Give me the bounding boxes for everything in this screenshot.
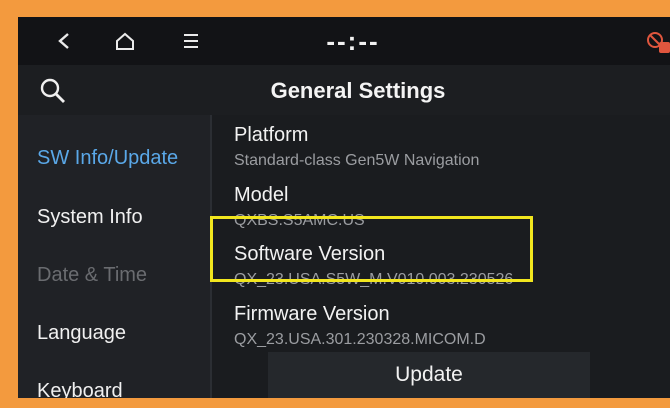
search-icon — [40, 78, 65, 103]
sidebar-item-sw-info-update[interactable]: SW Info/Update — [18, 129, 210, 187]
home-icon — [116, 32, 134, 50]
software-version-highlight — [210, 216, 533, 282]
platform-value: Standard-class Gen5W Navigation — [234, 152, 480, 169]
search-button[interactable] — [36, 74, 72, 110]
home-button[interactable] — [108, 25, 142, 57]
sidebar-item-language[interactable]: Language — [18, 304, 210, 362]
clock: --:-- — [326, 26, 380, 56]
platform-row: Platform Standard-class Gen5W Navigation — [234, 120, 654, 176]
model-label: Model — [234, 184, 289, 206]
page-title: General Settings — [270, 78, 446, 103]
sidebar-item-date-time: Date & Time — [37, 264, 148, 286]
sidebar-item-keyboard[interactable]: Keyboard — [18, 362, 210, 398]
platform-label: Platform — [234, 124, 309, 146]
back-button[interactable] — [48, 25, 82, 57]
infotainment-screen: --:-- General Settings SW Info/Update Sy… — [18, 17, 670, 398]
firmware-version-value: QX_23.USA.301.230328.MICOM.D — [234, 331, 486, 348]
update-button[interactable]: Update — [268, 352, 590, 398]
firmware-version-row: Firmware Version QX_23.USA.301.230328.MI… — [234, 299, 654, 355]
do-not-disturb-icon — [647, 32, 670, 53]
menu-icon — [184, 34, 198, 48]
settings-sidebar: SW Info/Update System Info Date & Time L… — [18, 115, 210, 398]
status-bar: --:-- — [18, 17, 670, 65]
sidebar-item-system-info[interactable]: System Info — [18, 188, 210, 246]
menu-button[interactable] — [174, 25, 208, 57]
firmware-version-label: Firmware Version — [234, 303, 390, 325]
header: General Settings — [18, 65, 670, 115]
chevron-left-icon — [58, 33, 69, 49]
